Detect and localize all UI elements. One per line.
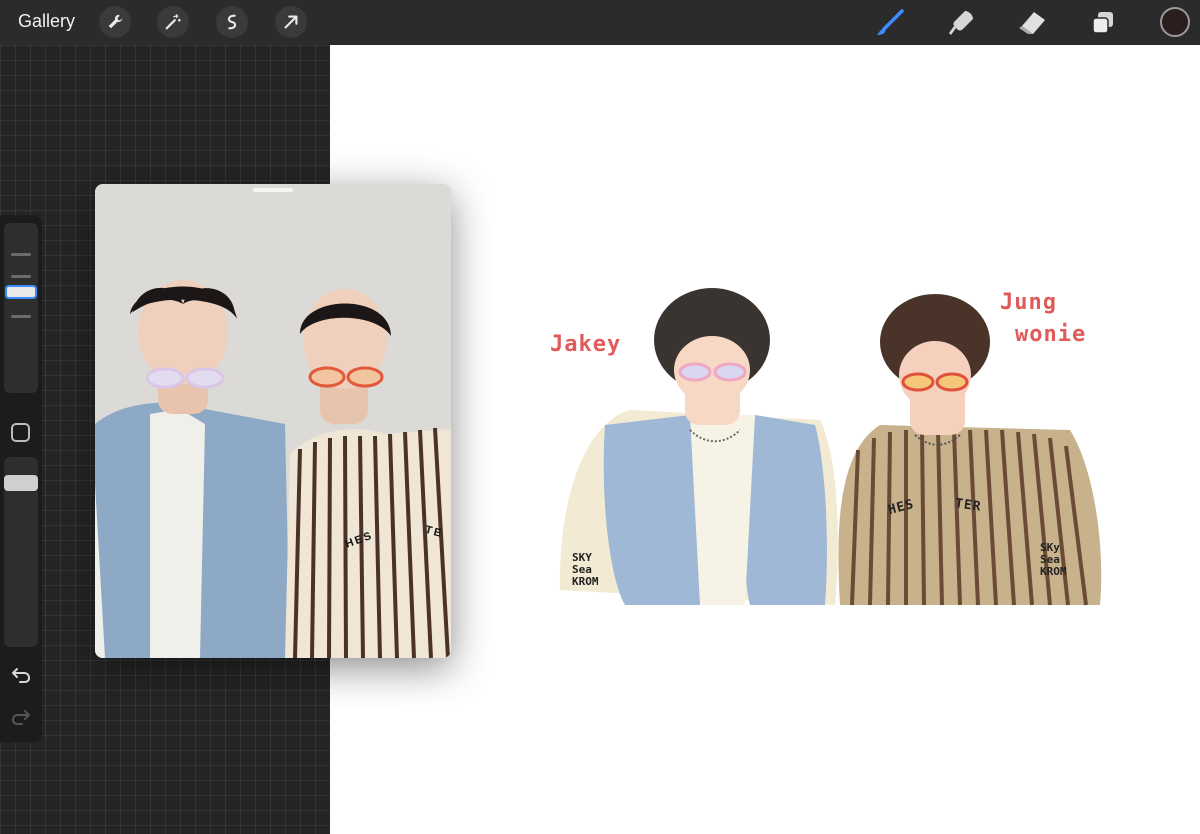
selection-icon: [227, 14, 237, 30]
top-toolbar: Gallery: [0, 0, 1200, 45]
undo-button[interactable]: [9, 663, 33, 687]
layers-button[interactable]: [1087, 7, 1119, 39]
label-wonie: wonie: [1015, 322, 1087, 347]
brush-size-slider[interactable]: [4, 223, 38, 393]
brush-size-thumb[interactable]: [5, 285, 37, 299]
redo-button[interactable]: [9, 705, 33, 729]
brush-icon: [877, 9, 904, 35]
label-jakey: Jakey: [550, 332, 622, 357]
reference-photo: [95, 184, 451, 658]
size-tick: [11, 253, 31, 256]
transform-arrow-icon: [284, 15, 298, 29]
eraser-button[interactable]: [1016, 7, 1048, 39]
size-tick: [11, 275, 31, 278]
label-jung: Jung: [1000, 290, 1057, 315]
selection-button[interactable]: [216, 6, 248, 38]
smudge-button[interactable]: [945, 7, 977, 39]
brush-button[interactable]: [874, 7, 906, 39]
adjustments-button[interactable]: [157, 6, 189, 38]
watermark-line: KROM: [572, 575, 599, 588]
watermark-left: SKY Sea KROM: [572, 552, 599, 588]
opacity-slider[interactable]: [4, 457, 38, 647]
opacity-thumb[interactable]: [4, 475, 38, 491]
gallery-button[interactable]: Gallery: [18, 11, 75, 32]
redo-icon: [12, 710, 30, 725]
watermark-right: SKy Sea KROM: [1040, 542, 1067, 578]
reference-grab-handle[interactable]: [253, 188, 293, 192]
color-picker-button[interactable]: [1160, 7, 1190, 37]
size-tick: [11, 315, 31, 318]
sidebar: [0, 215, 42, 742]
wrench-icon: [108, 14, 123, 29]
modify-button[interactable]: [11, 423, 30, 442]
layers-icon: [1092, 12, 1113, 34]
smudge-icon: [949, 11, 973, 35]
transform-button[interactable]: [275, 6, 307, 38]
magic-wand-icon: [165, 14, 181, 30]
eraser-icon: [1019, 12, 1045, 34]
reference-window[interactable]: HES TE: [95, 184, 451, 658]
actions-button[interactable]: [99, 6, 131, 38]
watermark-line: KROM: [1040, 565, 1067, 578]
undo-icon: [12, 668, 30, 683]
